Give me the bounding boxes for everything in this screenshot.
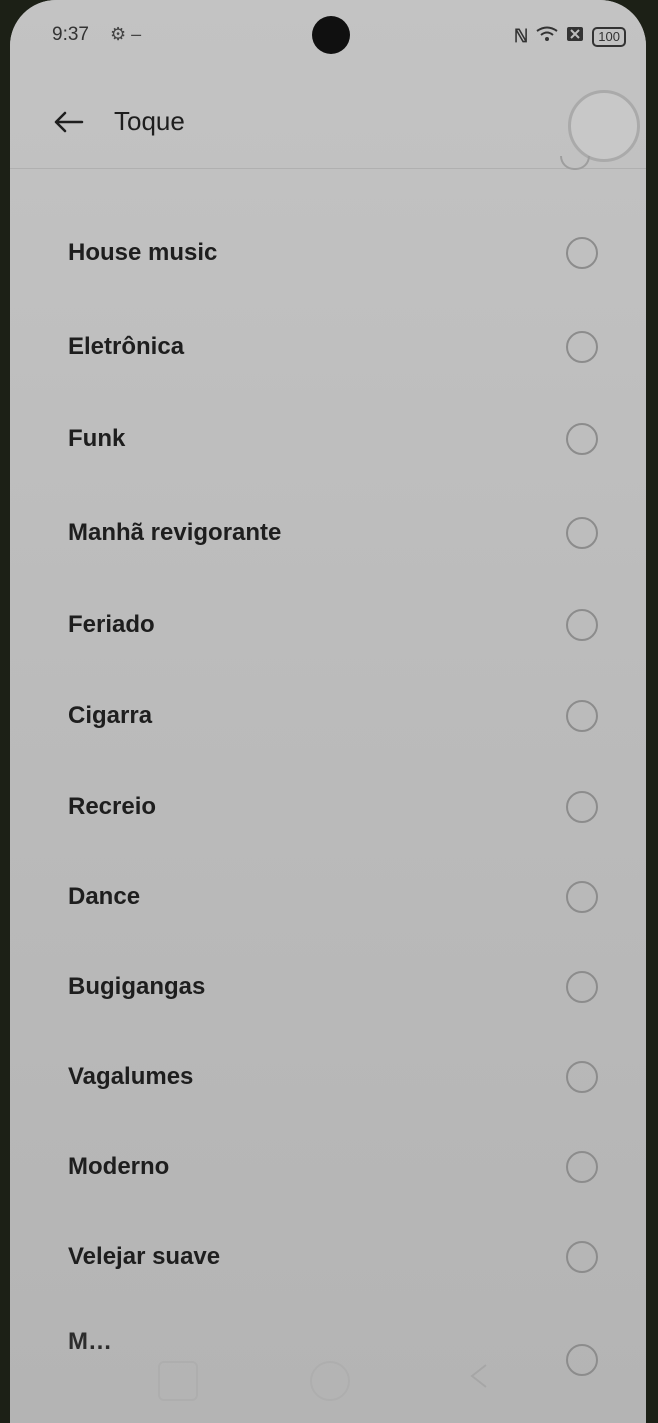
radio-button[interactable] — [566, 1151, 598, 1183]
ringtone-row[interactable]: Dance — [58, 862, 608, 932]
battery-indicator: 100 — [592, 26, 626, 47]
screen: 9:37 ⚙ – ℕ 100 Toque House music Eletrôn… — [10, 0, 646, 1423]
top-app-bar: Toque — [10, 70, 646, 169]
recents-button[interactable] — [158, 1361, 198, 1401]
radio-button[interactable] — [566, 517, 598, 549]
home-button[interactable] — [310, 1361, 350, 1401]
ringtone-row[interactable]: Vagalumes — [58, 1042, 608, 1112]
ringtone-label: Feriado — [68, 611, 155, 638]
radio-button[interactable] — [566, 791, 598, 823]
arrow-left-icon — [54, 111, 84, 133]
back-button[interactable] — [46, 102, 90, 142]
ringtone-label: Recreio — [68, 793, 157, 820]
back-nav-button[interactable] — [464, 1361, 500, 1397]
radio-button[interactable] — [566, 423, 598, 455]
ringtone-label: Dance — [68, 883, 141, 910]
ringtone-row[interactable]: Moderno — [58, 1132, 608, 1202]
ringtone-label: Cigarra — [68, 702, 153, 729]
radio-button[interactable] — [566, 1241, 598, 1273]
gear-status-icon: ⚙ – — [110, 24, 142, 44]
navigation-bar — [10, 1333, 646, 1423]
ringtone-row[interactable]: Velejar suave — [58, 1222, 608, 1292]
ringtone-label: Moderno — [68, 1153, 170, 1180]
radio-button[interactable] — [566, 237, 598, 269]
triangle-back-icon — [470, 1364, 487, 1388]
ringtone-label: Manhã revigorante — [68, 519, 282, 546]
ringtone-label: Velejar suave — [68, 1243, 221, 1270]
ringtone-row[interactable]: Bugigangas — [58, 952, 608, 1022]
ringtone-row[interactable]: Cigarra — [58, 681, 608, 751]
radio-button[interactable] — [566, 700, 598, 732]
ringtone-row[interactable]: House music — [58, 218, 608, 288]
status-time: 9:37 — [52, 24, 89, 45]
radio-button[interactable] — [566, 881, 598, 913]
ringtone-label: Vagalumes — [68, 1063, 194, 1090]
floating-overlay-button[interactable] — [568, 90, 640, 162]
ringtone-row[interactable]: Manhã revigorante — [58, 498, 608, 568]
status-bar: 9:37 ⚙ – ℕ 100 — [10, 0, 646, 70]
camera-cutout — [312, 16, 350, 54]
ringtone-row[interactable]: Funk — [58, 404, 608, 474]
sim-icon — [566, 26, 584, 47]
ringtone-row[interactable]: Recreio — [58, 772, 608, 842]
radio-button[interactable] — [566, 971, 598, 1003]
radio-button[interactable] — [566, 1061, 598, 1093]
radio-button[interactable] — [566, 609, 598, 641]
status-icons: ℕ 100 — [514, 26, 626, 47]
wifi-icon — [536, 26, 558, 47]
nfc-icon: ℕ — [513, 26, 529, 46]
ringtone-label: House music — [68, 239, 218, 266]
ringtone-label: Funk — [68, 425, 126, 452]
ringtone-label: Bugigangas — [68, 973, 206, 1000]
ringtone-label: Eletrônica — [68, 333, 185, 360]
ringtone-row[interactable]: Eletrônica — [58, 312, 608, 382]
page-title: Toque — [114, 106, 185, 136]
phone-frame: 9:37 ⚙ – ℕ 100 Toque House music Eletrôn… — [10, 0, 646, 1423]
ringtone-row[interactable]: Feriado — [58, 590, 608, 660]
radio-button[interactable] — [566, 331, 598, 363]
